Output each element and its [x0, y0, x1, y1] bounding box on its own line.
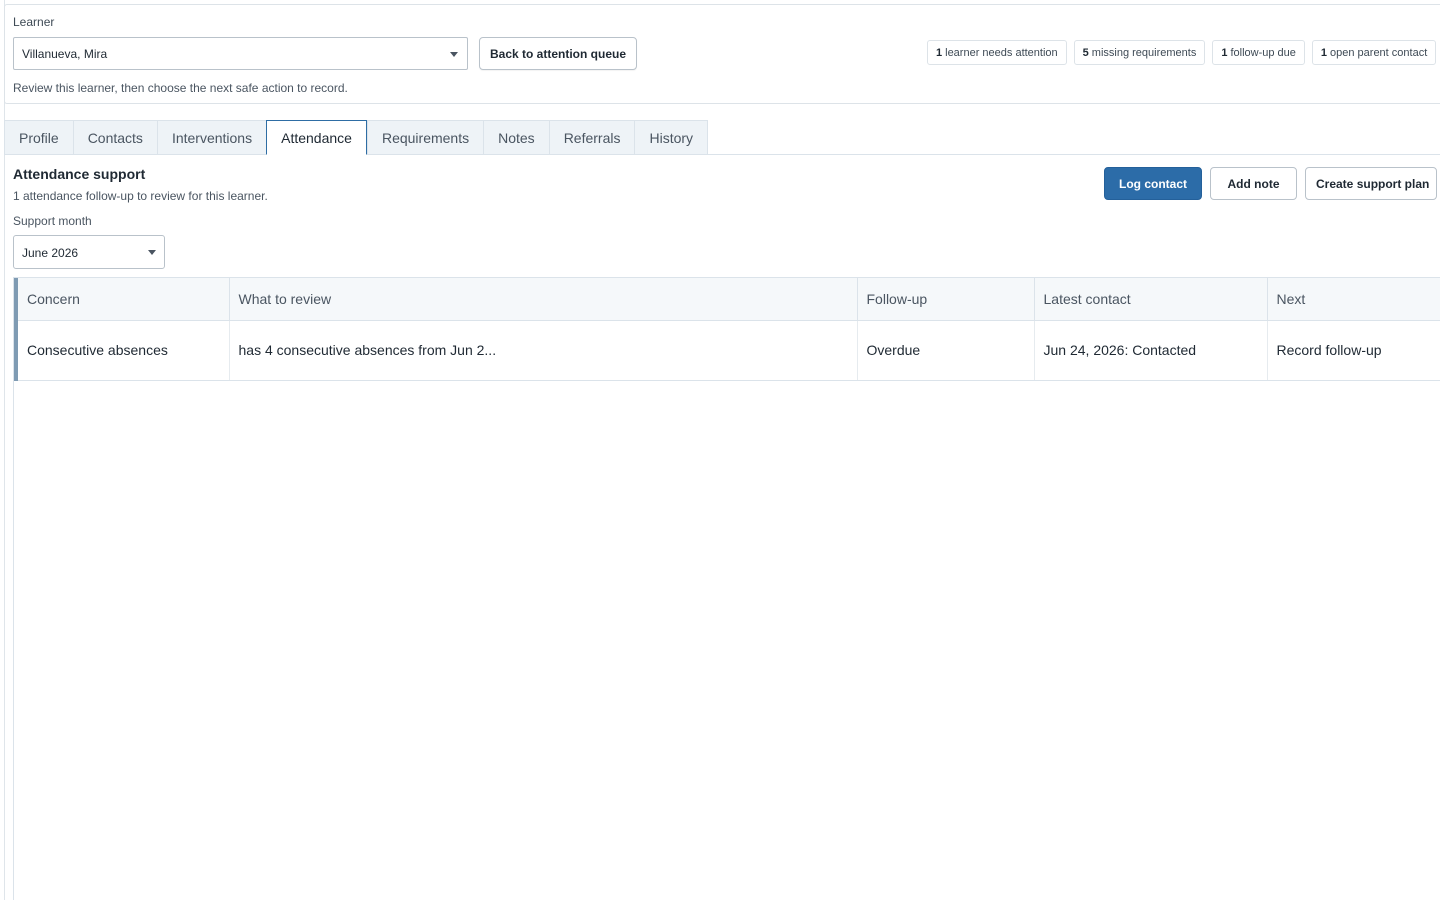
chip-label: open parent contact: [1330, 47, 1428, 59]
column-header-latest-contact[interactable]: Latest contact: [1034, 278, 1268, 321]
tab-divider: [4, 154, 1440, 155]
chip-label: learner needs attention: [945, 47, 1058, 59]
section-title: Attendance support: [13, 166, 146, 182]
tab-notes[interactable]: Notes: [483, 120, 549, 155]
learner-select[interactable]: Villanueva, Mira: [13, 37, 468, 70]
chip-count: 1: [1320, 47, 1328, 59]
tab-contacts[interactable]: Contacts: [72, 120, 157, 155]
table-row[interactable]: Consecutive absences has 4 consecutive a…: [14, 320, 1440, 381]
cell-latest-contact: Jun 24, 2026: Contacted: [1034, 320, 1268, 381]
cell-next: Record follow-up: [1267, 320, 1440, 381]
tab-interventions[interactable]: Interventions: [156, 120, 267, 155]
review-hint: Review this learner, then choose the nex…: [13, 81, 348, 95]
support-month-value: June 2026: [22, 246, 79, 260]
column-header-concern[interactable]: Concern: [14, 278, 230, 321]
tab-history[interactable]: History: [634, 120, 709, 155]
chip-count: 5: [1082, 47, 1089, 59]
cell-what-to-review: has 4 consecutive absences from Jun 2...: [229, 320, 858, 381]
learner-header: Learner Villanueva, Mira Back to attenti…: [4, 4, 1440, 104]
summary-chips: 1 learner needs attention 5 missing requir…: [927, 40, 1437, 65]
chip-open-parent-contact[interactable]: 1 open parent contact: [1311, 40, 1437, 65]
chevron-down-icon: [148, 250, 156, 255]
support-month-select[interactable]: June 2026: [13, 235, 165, 269]
column-header-next[interactable]: Next: [1267, 278, 1440, 321]
learner-label: Learner: [13, 15, 55, 29]
tab-referrals[interactable]: Referrals: [548, 120, 635, 155]
column-header-follow-up[interactable]: Follow-up: [857, 278, 1035, 321]
cell-follow-up: Overdue: [857, 320, 1035, 381]
chip-follow-up-due[interactable]: 1 follow-up due: [1212, 40, 1305, 65]
attendance-table-wrap: Concern What to review Follow-up Latest …: [13, 277, 1440, 900]
chip-label: missing requirements: [1091, 47, 1197, 59]
add-note-button[interactable]: Add note: [1210, 167, 1297, 200]
back-to-queue-button[interactable]: Back to attention queue: [479, 37, 637, 70]
chevron-down-icon: [450, 52, 458, 57]
table-header-row: Concern What to review Follow-up Latest …: [14, 278, 1440, 321]
cell-concern: Consecutive absences: [14, 320, 230, 381]
learner-select-value: Villanueva, Mira: [22, 47, 108, 61]
section-subtitle: 1 attendance follow-up to review for thi…: [13, 189, 268, 203]
create-support-plan-button[interactable]: Create support plan: [1305, 167, 1437, 200]
chip-missing-requirements[interactable]: 5 missing requirements: [1073, 40, 1206, 65]
chip-count: 1: [936, 47, 943, 59]
tab-attendance[interactable]: Attendance: [266, 120, 367, 155]
log-contact-button[interactable]: Log contact: [1104, 167, 1202, 200]
attendance-table: Concern What to review Follow-up Latest …: [14, 278, 1440, 381]
section-actions: Log contact Add note Create support plan: [1104, 167, 1437, 200]
chip-count: 1: [1221, 47, 1228, 59]
column-header-what-to-review[interactable]: What to review: [229, 278, 858, 321]
chip-learner-attention[interactable]: 1 learner needs attention: [927, 40, 1067, 65]
tab-requirements[interactable]: Requirements: [366, 120, 484, 155]
support-month-label: Support month: [13, 214, 92, 228]
tab-profile[interactable]: Profile: [4, 120, 73, 155]
chip-label: follow-up due: [1230, 47, 1296, 59]
learner-tabs: Profile Contacts Interventions Attendanc…: [4, 120, 709, 155]
